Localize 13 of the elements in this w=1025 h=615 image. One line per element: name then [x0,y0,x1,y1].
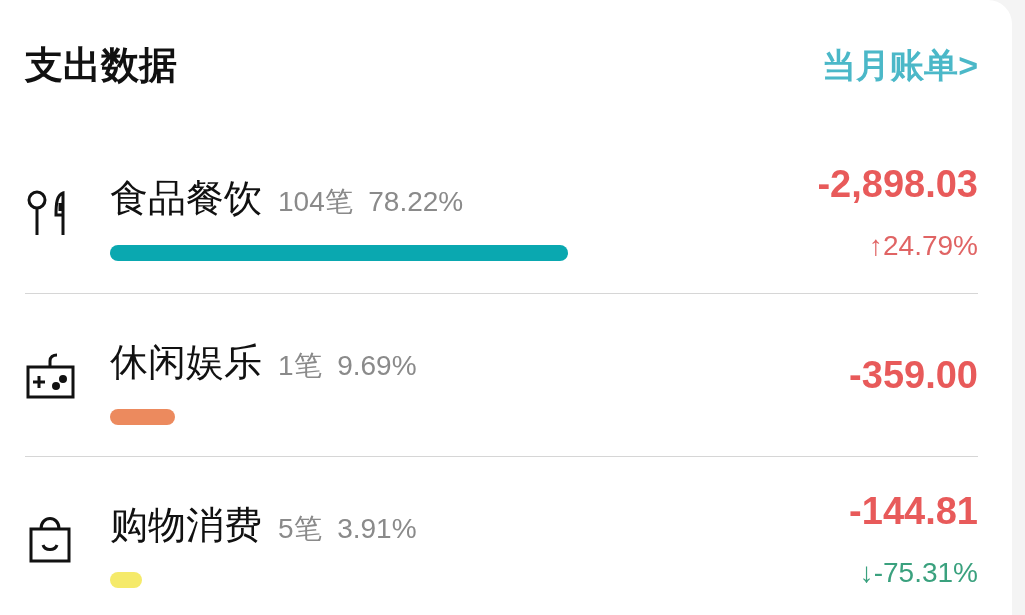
amount: -359.00 [849,352,978,398]
section-title: 支出数据 [25,42,177,88]
amount: -144.81 [849,488,978,534]
monthly-bill-link[interactable]: 当月账单> [822,39,978,91]
category-stats: 5笔 3.91% [278,511,417,546]
category-name: 食品餐饮 [110,176,262,221]
change-percent: ↑24.79% [869,229,978,263]
amount: -2,898.03 [817,162,978,207]
category-stats: 1笔 9.69% [278,348,417,383]
category-name: 购物消费 [110,502,262,548]
change-percent: ↓-75.31% [859,555,978,590]
category-name: 休闲娱乐 [110,339,262,385]
category-stats: 104笔 78.22% [278,185,464,219]
